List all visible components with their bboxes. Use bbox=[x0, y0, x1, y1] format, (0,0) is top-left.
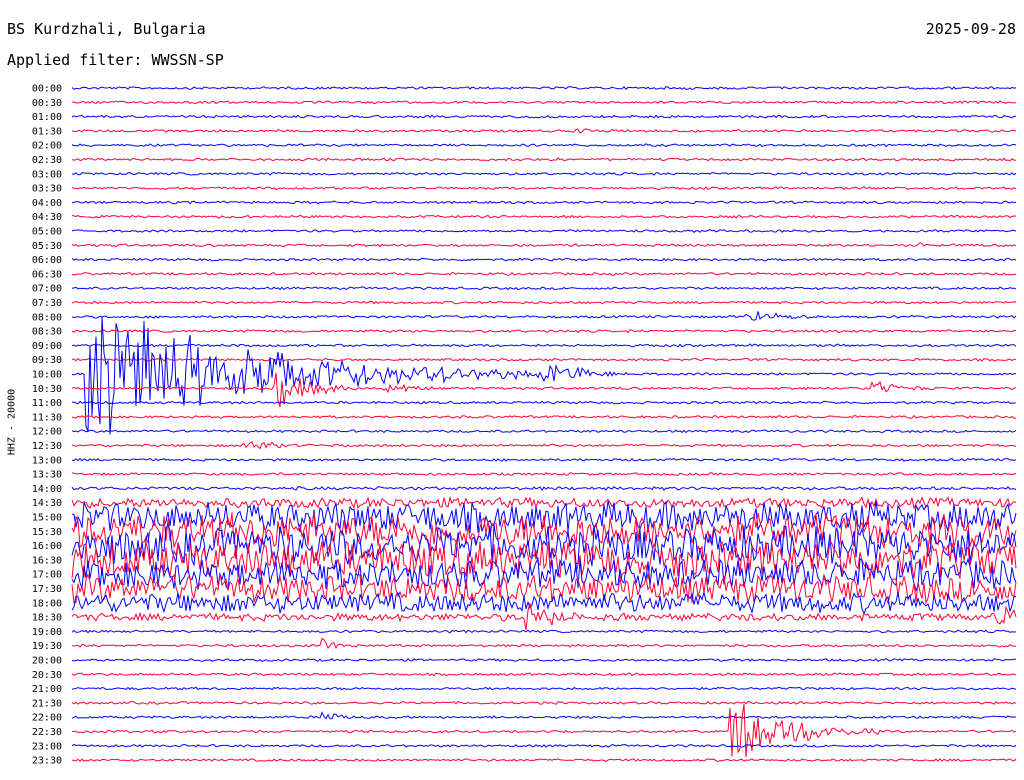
trace-row-1430 bbox=[71, 496, 1017, 510]
trace-row-2330 bbox=[71, 758, 1017, 762]
time-label: 20:00 bbox=[32, 656, 62, 667]
time-label: 00:30 bbox=[32, 98, 62, 109]
trace-row-0730 bbox=[71, 300, 1017, 305]
time-label: 21:30 bbox=[32, 698, 62, 709]
trace-row-0130 bbox=[71, 128, 1017, 134]
time-label: 21:00 bbox=[32, 684, 62, 695]
trace-row-0800 bbox=[71, 311, 1017, 321]
time-label: 13:00 bbox=[32, 455, 62, 466]
time-label: 07:30 bbox=[32, 298, 62, 309]
trace-row-0530 bbox=[71, 242, 1017, 248]
time-label: 10:30 bbox=[32, 384, 62, 395]
time-label: 06:30 bbox=[32, 269, 62, 280]
trace-row-2030 bbox=[71, 672, 1017, 677]
time-label: 18:00 bbox=[32, 598, 62, 609]
trace-row-0200 bbox=[71, 143, 1017, 148]
time-label: 06:00 bbox=[32, 255, 62, 266]
time-label: 11:00 bbox=[32, 398, 62, 409]
helicorder-plot: 00:00 00:30 01:00 01:30 02:00 02:30 03:00 03:30… bbox=[32, 84, 1017, 767]
time-label: 15:30 bbox=[32, 527, 62, 538]
time-label: 12:00 bbox=[32, 427, 62, 438]
time-label: 05:30 bbox=[32, 241, 62, 252]
time-label: 04:30 bbox=[32, 212, 62, 223]
time-label: 03:30 bbox=[32, 184, 62, 195]
time-label: 14:00 bbox=[32, 484, 62, 495]
time-label: 12:30 bbox=[32, 441, 62, 452]
trace-row-0600 bbox=[71, 257, 1017, 262]
trace-row-1900 bbox=[71, 629, 1017, 634]
time-label: 22:00 bbox=[32, 713, 62, 724]
time-label: 01:00 bbox=[32, 112, 62, 123]
time-label: 23:00 bbox=[32, 741, 62, 752]
trace-row-0900 bbox=[71, 343, 1017, 348]
time-label: 00:00 bbox=[32, 84, 62, 95]
time-label: 02:30 bbox=[32, 155, 62, 166]
trace-row-1130 bbox=[71, 414, 1016, 419]
trace-row-2200 bbox=[71, 711, 1016, 720]
trace-row-2100 bbox=[71, 686, 1017, 691]
trace-row-0230 bbox=[71, 157, 1017, 162]
trace-row-1930 bbox=[71, 637, 1017, 650]
time-label: 22:30 bbox=[32, 727, 62, 738]
time-label: 09:00 bbox=[32, 341, 62, 352]
time-label: 16:30 bbox=[32, 555, 62, 566]
trace-row-0630 bbox=[71, 271, 1017, 276]
trace-row-0030 bbox=[71, 100, 1016, 105]
time-label: 09:30 bbox=[32, 355, 62, 366]
time-label: 14:30 bbox=[32, 498, 62, 509]
trace-row-0500 bbox=[71, 229, 1017, 233]
time-label: 18:30 bbox=[32, 613, 62, 624]
time-label: 08:00 bbox=[32, 312, 62, 323]
time-label: 11:30 bbox=[32, 412, 62, 423]
time-label: 16:00 bbox=[32, 541, 62, 552]
time-label-group: 00:00 00:30 01:00 01:30 02:00 02:30 03:00 03:30… bbox=[32, 84, 62, 767]
trace-row-0830 bbox=[71, 329, 1017, 334]
trace-row-1230 bbox=[71, 441, 1017, 450]
time-label: 07:00 bbox=[32, 284, 62, 295]
time-label: 01:30 bbox=[32, 126, 62, 137]
time-label: 04:00 bbox=[32, 198, 62, 209]
trace-row-2130 bbox=[71, 700, 1017, 705]
time-label: 10:00 bbox=[32, 370, 62, 381]
trace-group bbox=[71, 86, 1017, 762]
trace-row-0000 bbox=[71, 86, 1017, 91]
trace-row-2000 bbox=[71, 658, 1016, 663]
time-label: 13:30 bbox=[32, 470, 62, 481]
time-label: 19:30 bbox=[32, 641, 62, 652]
trace-row-1400 bbox=[71, 485, 1017, 491]
time-label: 02:00 bbox=[32, 141, 62, 152]
time-label: 08:30 bbox=[32, 327, 62, 338]
time-label: 03:00 bbox=[32, 169, 62, 180]
trace-row-1330 bbox=[71, 472, 1017, 477]
trace-row-2300 bbox=[71, 743, 1017, 748]
trace-row-1100 bbox=[71, 400, 1017, 405]
trace-row-2230 bbox=[71, 703, 1017, 758]
trace-row-0100 bbox=[71, 114, 1017, 119]
trace-row-0300 bbox=[71, 171, 1017, 176]
time-label: 17:30 bbox=[32, 584, 62, 595]
trace-row-0400 bbox=[71, 200, 1017, 205]
time-label: 17:00 bbox=[32, 570, 62, 581]
time-label: 19:00 bbox=[32, 627, 62, 638]
trace-row-1200 bbox=[71, 429, 1017, 434]
trace-row-0700 bbox=[71, 286, 1017, 291]
trace-row-0430 bbox=[71, 214, 1017, 219]
time-label: 05:00 bbox=[32, 227, 62, 238]
time-label: 23:30 bbox=[32, 756, 62, 767]
time-label: 20:30 bbox=[32, 670, 62, 681]
trace-row-1300 bbox=[71, 457, 1017, 462]
trace-row-0330 bbox=[71, 186, 1017, 191]
time-label: 15:00 bbox=[32, 513, 62, 524]
